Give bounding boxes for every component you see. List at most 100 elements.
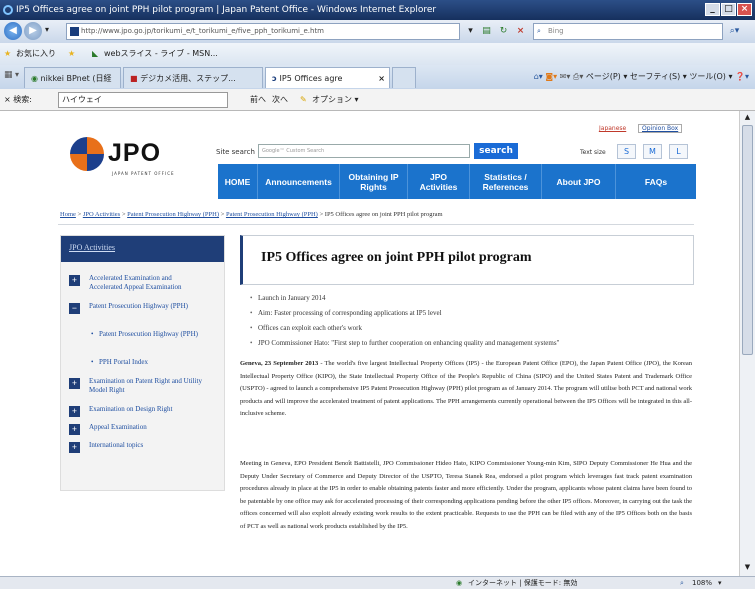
- minimize-button[interactable]: _: [705, 3, 720, 16]
- breadcrumb-jpo-activities[interactable]: JPO Activities: [83, 211, 120, 218]
- address-field[interactable]: http://www.jpo.go.jp/torikumi_e/t_toriku…: [66, 23, 460, 40]
- help-icon[interactable]: ❓▾: [735, 72, 749, 81]
- find-input[interactable]: ハイウェイ: [58, 92, 228, 108]
- zoom-icon: ⌕: [680, 579, 684, 587]
- scroll-up-icon[interactable]: ▲: [742, 112, 753, 123]
- nav-home[interactable]: HOME: [218, 164, 258, 199]
- home-icon[interactable]: ⌂▾: [534, 72, 543, 81]
- breadcrumb-divider: [58, 224, 694, 225]
- opinion-box-link[interactable]: Opinion Box: [638, 124, 683, 133]
- bullet-icon: •: [91, 330, 94, 338]
- search-go-icon[interactable]: ⌕▾: [727, 24, 742, 39]
- scroll-down-icon[interactable]: ▼: [742, 562, 753, 573]
- text-size-medium-button[interactable]: M: [643, 144, 662, 159]
- tab-favicon-icon: ◉: [31, 74, 41, 83]
- stop-icon[interactable]: ×: [513, 24, 528, 39]
- article-paragraph-2: Meeting in Geneva, EPO President Benoît …: [240, 460, 692, 530]
- refresh-icon[interactable]: ↻: [496, 24, 511, 39]
- nav-obtaining-ip-rights[interactable]: Obtaining IP Rights: [340, 164, 408, 199]
- article-bullet: JPO Commissioner Hato: "First step to fu…: [250, 339, 559, 347]
- find-options-button[interactable]: オプション ▾: [312, 89, 359, 111]
- recent-pages-dropdown-icon[interactable]: ▾: [45, 25, 49, 34]
- collapse-minus-icon[interactable]: −: [69, 303, 80, 314]
- new-tab-button[interactable]: [392, 67, 416, 88]
- favorites-bar: ★ お気に入り ★ ◣ webスライス - ライブ - MSN...: [0, 43, 755, 65]
- compatibility-view-icon[interactable]: ▤: [479, 24, 494, 39]
- nav-about-jpo[interactable]: About JPO: [542, 164, 616, 199]
- feeds-icon[interactable]: ◙▾: [545, 72, 557, 81]
- article-bullet: Launch in January 2014: [250, 294, 326, 302]
- highlight-icon[interactable]: ✎: [300, 89, 307, 111]
- expand-plus-icon[interactable]: +: [69, 275, 80, 286]
- article-title-box: IP5 Offices agree on joint PPH pilot pro…: [240, 235, 694, 285]
- tab-nikkei[interactable]: ◉ nikkei BPnet (日経: [24, 67, 121, 88]
- expand-plus-icon[interactable]: +: [69, 378, 80, 389]
- close-tab-icon[interactable]: ×: [378, 68, 385, 88]
- web-search-input[interactable]: ⌕ Bing: [533, 23, 723, 40]
- site-search-placeholder: Google™ Custom Search: [262, 148, 325, 154]
- ie-logo-icon: [3, 5, 13, 15]
- nav-jpo-activities[interactable]: JPO Activities: [408, 164, 470, 199]
- command-menus[interactable]: ページ(P) ▾ セーフティ(S) ▾ ツール(O) ▾: [586, 72, 733, 81]
- expand-plus-icon[interactable]: +: [69, 406, 80, 417]
- zoom-level[interactable]: 108%: [692, 577, 712, 589]
- address-url: http://www.jpo.go.jp/torikumi_e/t_toriku…: [81, 27, 325, 35]
- article-paragraph-1: Geneva, 23 September 2013 - The world's …: [240, 358, 692, 421]
- main-navigation: HOME Announcements Obtaining IP Rights J…: [218, 164, 696, 199]
- article-title: IP5 Offices agree on joint PPH pilot pro…: [261, 250, 532, 265]
- sidebar: JPO Activities + Accelerated Examination…: [60, 235, 225, 491]
- site-search-button[interactable]: search: [474, 143, 518, 159]
- article-bullet: Offices can exploit each other's work: [250, 324, 362, 332]
- nav-statistics-references[interactable]: Statistics / References: [470, 164, 542, 199]
- breadcrumb-home[interactable]: Home: [60, 211, 76, 218]
- address-dropdown-icon[interactable]: ▾: [463, 24, 478, 39]
- nav-announcements[interactable]: Announcements: [258, 164, 340, 199]
- bullet-icon: •: [91, 358, 94, 366]
- jpo-logo-subtitle: JAPAN PATENT OFFICE: [112, 171, 175, 176]
- favorites-button[interactable]: お気に入り: [16, 43, 56, 65]
- tab-list-icon[interactable]: ▾: [15, 70, 19, 79]
- find-toolbar: × 検索: ハイウェイ 前へ 次へ ✎ オプション ▾: [0, 89, 755, 111]
- jpo-logo-icon[interactable]: [70, 137, 104, 171]
- quick-tabs-icon[interactable]: ▦: [4, 70, 13, 80]
- breadcrumb-pph-2[interactable]: Patent Prosecution Highway (PPH): [226, 211, 318, 218]
- tab-digicame[interactable]: ■ デジカメ活用、ステップ...: [123, 67, 263, 88]
- text-size-large-button[interactable]: L: [669, 144, 688, 159]
- status-bar: ◉ インターネット | 保護モード: 無効 ⌕ 108% ▾: [0, 576, 755, 589]
- sidebar-heading[interactable]: JPO Activities: [61, 236, 224, 262]
- zoom-dropdown-icon[interactable]: ▾: [718, 577, 722, 589]
- command-bar: ⌂▾ ◙▾ ✉▾ ⎙▾ ページ(P) ▾ セーフティ(S) ▾ ツール(O) ▾…: [534, 65, 749, 89]
- nav-faqs[interactable]: FAQs: [616, 164, 696, 199]
- favorites-item-webslice[interactable]: webスライス - ライブ - MSN...: [104, 43, 218, 65]
- close-window-button[interactable]: ×: [737, 3, 752, 16]
- find-close-label[interactable]: × 検索:: [4, 89, 32, 111]
- add-favorite-icon[interactable]: ★: [68, 43, 75, 65]
- breadcrumb: Home > JPO Activities > Patent Prosecuti…: [60, 211, 443, 218]
- jpo-logo-text[interactable]: JPO: [108, 139, 161, 168]
- scroll-thumb[interactable]: [742, 125, 753, 355]
- mail-icon[interactable]: ✉▾: [560, 72, 571, 81]
- web-search-placeholder: Bing: [548, 27, 564, 35]
- tab-ip5-active[interactable]: ↄ IP5 Offices agre ×: [265, 67, 390, 88]
- tab-jpo-favicon-icon: ↄ: [272, 74, 280, 83]
- site-search-input[interactable]: Google™ Custom Search: [258, 144, 470, 158]
- article-paragraph-1-text: - The world's five largest Intellectual …: [240, 360, 693, 418]
- japanese-link[interactable]: Japanese: [599, 125, 626, 132]
- vertical-scrollbar[interactable]: ▲ ▼: [739, 111, 755, 576]
- forward-button[interactable]: ▶: [24, 22, 42, 40]
- search-icon: ⌕: [537, 27, 541, 35]
- tab-bar: ▦ ▾ ◉ nikkei BPnet (日経 ■ デジカメ活用、ステップ... …: [0, 65, 755, 89]
- text-size-small-button[interactable]: S: [617, 144, 636, 159]
- security-zone-text: インターネット | 保護モード: 無効: [468, 579, 578, 587]
- expand-plus-icon[interactable]: +: [69, 442, 80, 453]
- find-input-value: ハイウェイ: [62, 95, 102, 104]
- breadcrumb-pph[interactable]: Patent Prosecution Highway (PPH): [127, 211, 219, 218]
- print-icon[interactable]: ⎙▾: [573, 72, 586, 81]
- maximize-button[interactable]: □: [721, 3, 736, 16]
- window-title-bar: IP5 Offices agree on joint PPH pilot pro…: [0, 0, 755, 20]
- site-search-label: Site search: [216, 148, 255, 156]
- find-previous-button[interactable]: 前へ: [250, 89, 266, 111]
- expand-plus-icon[interactable]: +: [69, 424, 80, 435]
- back-button[interactable]: ◀: [4, 22, 22, 40]
- find-next-button[interactable]: 次へ: [272, 89, 288, 111]
